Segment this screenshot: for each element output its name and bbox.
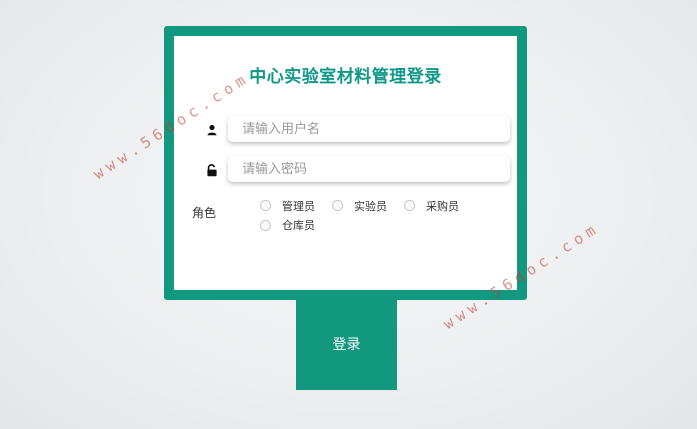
username-row <box>204 116 510 144</box>
role-radio-group: 管理员 实验员 采购员 仓库员 <box>260 196 490 235</box>
radio-purchaser[interactable] <box>404 200 415 211</box>
role-option-label: 实验员 <box>354 199 387 213</box>
login-button[interactable]: 登录 <box>296 297 397 390</box>
password-row <box>204 156 510 184</box>
role-option-label: 管理员 <box>282 199 315 213</box>
role-option-warehouse[interactable]: 仓库员 <box>260 216 332 234</box>
role-option-label: 采购员 <box>426 199 459 213</box>
page-title: 中心实验室材料管理登录 <box>249 67 442 87</box>
login-form: 中心实验室材料管理登录 角色 管理员 <box>174 36 517 290</box>
role-option-purchaser[interactable]: 采购员 <box>404 197 476 215</box>
radio-experimenter[interactable] <box>332 200 343 211</box>
lock-icon <box>204 162 220 178</box>
radio-admin[interactable] <box>260 200 271 211</box>
radio-warehouse[interactable] <box>260 219 271 231</box>
user-icon <box>204 122 220 138</box>
username-input[interactable] <box>228 116 510 142</box>
role-label: 角色 <box>192 206 217 220</box>
role-option-admin[interactable]: 管理员 <box>260 197 332 215</box>
role-option-experimenter[interactable]: 实验员 <box>332 197 404 215</box>
login-card: 中心实验室材料管理登录 角色 管理员 <box>164 26 527 300</box>
role-option-label: 仓库员 <box>282 219 315 232</box>
password-input[interactable] <box>228 156 510 182</box>
